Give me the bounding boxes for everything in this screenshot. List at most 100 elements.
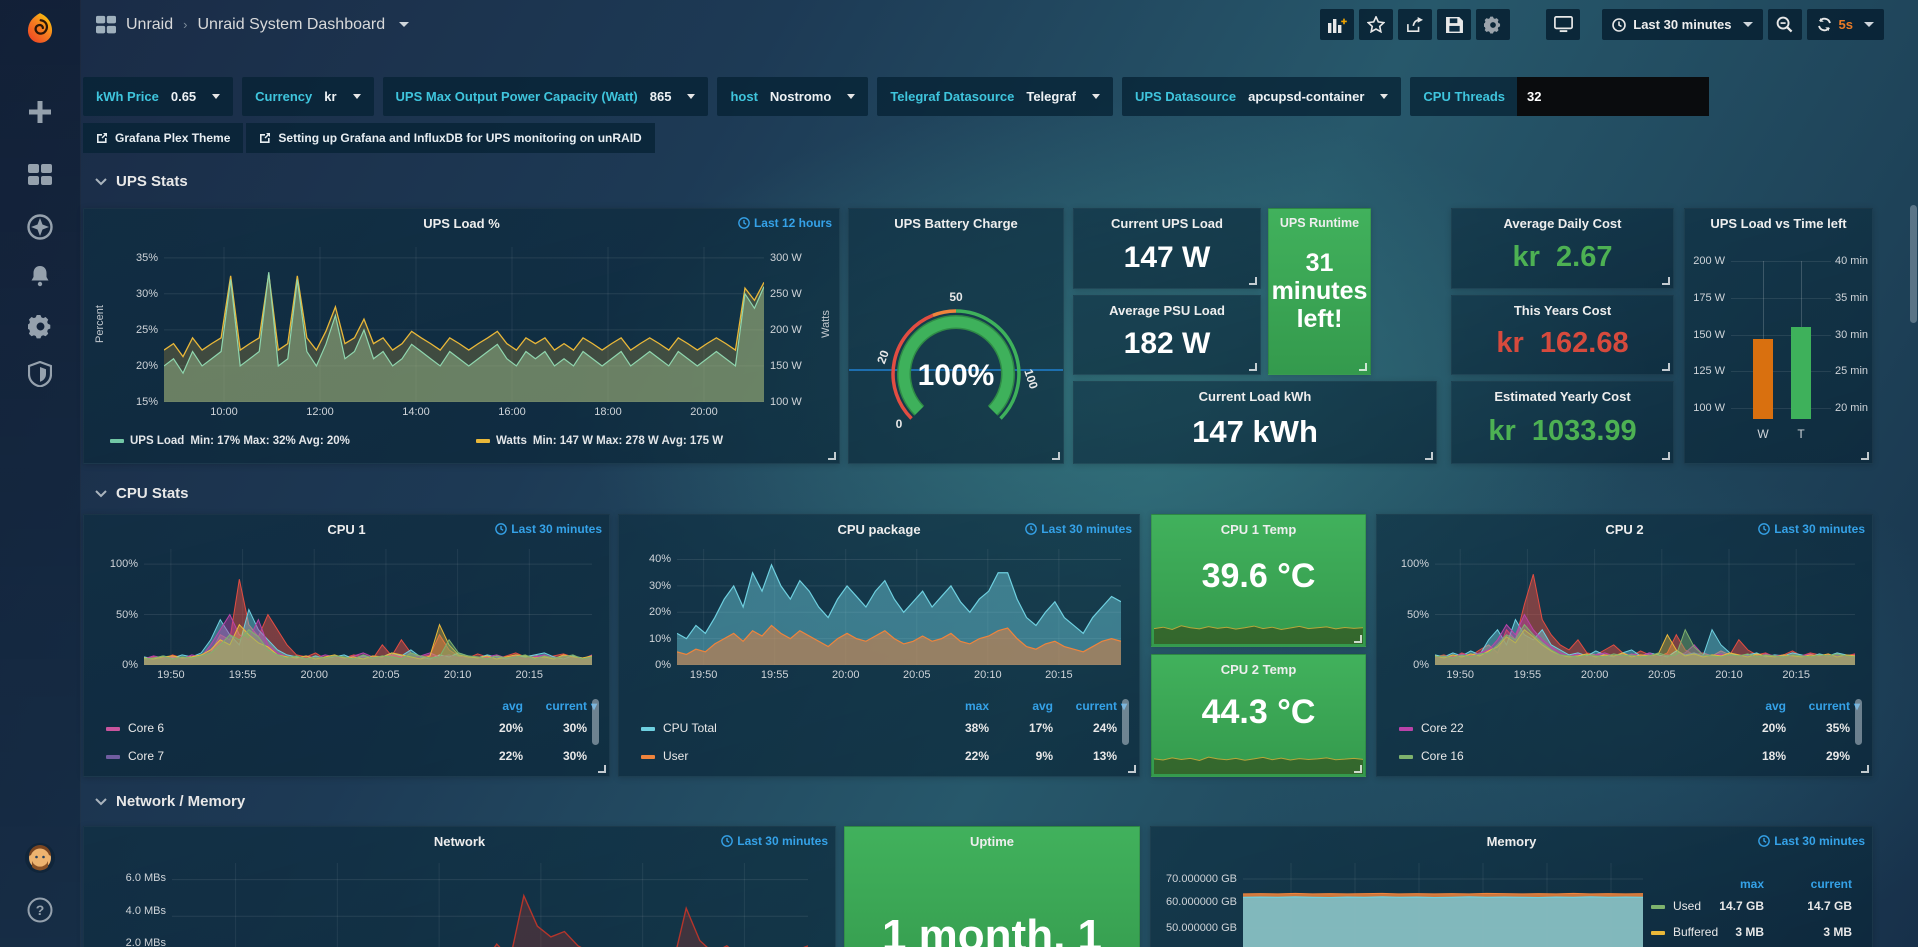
variable-telegraf-datasource[interactable]: Telegraf DatasourceTelegraf [877,77,1113,116]
panel-title[interactable]: UPS Load % [84,216,839,231]
panel-time-range[interactable]: Last 30 minutes [1758,522,1865,536]
x-tick-label: 19:50 [157,669,185,681]
variable-ups-max-output[interactable]: UPS Max Output Power Capacity (Watt)865 [383,77,709,116]
legend-scrollbar[interactable] [1855,699,1862,745]
panel-title[interactable]: Current UPS Load [1074,216,1260,231]
panel-time-range[interactable]: Last 30 minutes [495,522,602,536]
legend-series-name[interactable]: Watts [496,435,527,447]
legend-series-name[interactable]: User [663,749,688,763]
time-range-picker[interactable]: Last 30 minutes [1602,9,1762,40]
legend-series-name[interactable]: Core 16 [1421,749,1464,763]
section-ups-stats[interactable]: UPS Stats [95,173,188,190]
help-icon[interactable]: ? [0,890,80,930]
cpu-threads-input[interactable] [1517,77,1709,116]
ups-load-chart[interactable] [164,247,764,402]
legend-col-avg[interactable]: avg [1032,699,1053,713]
panel-time-range[interactable]: Last 30 minutes [721,834,828,848]
legend-col-current[interactable]: current [1076,699,1117,713]
legend-col-current[interactable]: current [1811,877,1852,891]
panel-title[interactable]: Average PSU Load [1074,303,1260,318]
y-left-tick-label: 200 W [1693,255,1725,267]
legend-series-name[interactable]: CPU Total [663,721,717,735]
panel-time-range[interactable]: Last 30 minutes [1758,834,1865,848]
breadcrumb-app[interactable]: Unraid [126,16,173,34]
grafana-logo-icon[interactable] [0,8,80,48]
alerting-bell-icon[interactable] [0,256,80,296]
panel-title[interactable]: UPS Load vs Time left [1685,216,1872,231]
legend-swatch [641,755,655,759]
clock-icon [1758,523,1770,535]
cpu2-chart[interactable] [1435,549,1855,665]
legend-series-name[interactable]: Buffered [1673,925,1718,939]
cpu-package-chart[interactable] [677,549,1121,665]
breadcrumb-dashboard-title[interactable]: Unraid System Dashboard [197,16,385,34]
legend-row-core7: Core 7 22%30% [84,749,609,767]
y-left-tick-label: 70.000000 GB [1166,873,1237,885]
dashboard-settings-gear-icon[interactable] [1476,9,1510,40]
panel-title[interactable]: This Years Cost [1452,303,1673,318]
configuration-gear-icon[interactable] [0,306,80,346]
panel-title[interactable]: CPU 2 Temp [1152,662,1365,677]
dashboard-grid-icon[interactable] [96,15,116,35]
legend-scrollbar[interactable] [592,699,599,745]
dashboard-caret-down-icon[interactable] [399,22,409,27]
link-ups-monitoring-guide[interactable]: Setting up Grafana and InfluxDB for UPS … [246,123,654,153]
page-scrollbar[interactable] [1910,205,1917,323]
variable-kwh-price[interactable]: kWh Price0.65 [83,77,233,116]
panel-title[interactable]: CPU 1 Temp [1152,522,1365,537]
add-panel-button[interactable] [1320,9,1354,40]
link-grafana-plex-theme[interactable]: Grafana Plex Theme [83,123,243,153]
share-button[interactable] [1398,9,1432,40]
legend-col-avg[interactable]: avg [1765,699,1786,713]
legend-col-current[interactable]: current [546,699,587,713]
section-cpu-stats[interactable]: CPU Stats [95,485,189,502]
zoom-out-button[interactable] [1768,9,1802,40]
legend-series-name[interactable]: UPS Load [130,435,184,447]
legend-scrollbar[interactable] [1122,699,1129,745]
memory-chart[interactable] [1243,863,1643,947]
legend-col-max[interactable]: max [965,699,989,713]
dashboards-icon[interactable] [0,155,80,195]
save-button[interactable] [1437,9,1471,40]
panel-title[interactable]: Estimated Yearly Cost [1452,389,1673,404]
legend-col-avg[interactable]: avg [502,699,523,713]
legend-series-name[interactable]: Core 22 [1421,721,1464,735]
panel-cpu-2-temp: CPU 2 Temp 44.3 °C [1151,654,1366,777]
legend-col-current[interactable]: current [1809,699,1850,713]
breadcrumb-separator-icon: › [183,17,187,32]
server-admin-shield-icon[interactable] [0,354,80,394]
panel-cpu-1-temp: CPU 1 Temp 39.6 °C [1151,514,1366,647]
panel-title[interactable]: Uptime [845,834,1139,849]
create-plus-icon[interactable] [0,92,80,132]
bar-W [1753,339,1773,419]
panel-time-range[interactable]: Last 30 minutes [1025,522,1132,536]
y-left-tick-label: 2.0 MBs [126,937,166,947]
cpu1-chart[interactable] [144,549,592,665]
section-network-memory[interactable]: Network / Memory [95,793,245,810]
network-chart[interactable] [172,863,808,947]
variable-ups-datasource[interactable]: UPS Datasourceapcupsd-container [1122,77,1401,116]
gridline [1731,408,1831,409]
star-button[interactable] [1359,9,1393,40]
variable-currency[interactable]: Currencykr [242,77,373,116]
bar-chart[interactable] [1731,261,1831,408]
panel-ups-load-vs-time-left: UPS Load vs Time left 200 W175 W150 W125… [1684,208,1873,464]
legend-col-max[interactable]: max [1740,877,1764,891]
clock-icon [721,835,733,847]
panel-title[interactable]: UPS Runtime [1269,216,1370,230]
legend-series-name[interactable]: Core 6 [128,721,164,735]
refresh-button[interactable]: 5s [1807,9,1884,40]
y-right-tick-label: 200 W [770,324,802,336]
cycle-view-monitor-icon[interactable] [1546,9,1580,40]
legend-series-name[interactable]: Used [1673,899,1701,913]
variable-host[interactable]: hostNostromo [717,77,868,116]
x-tick-label: 19:55 [229,669,257,681]
legend-series-stats: Min: 17% Max: 32% Avg: 20% [190,435,350,447]
panel-title[interactable]: Current Load kWh [1074,389,1436,404]
legend-series-name[interactable]: Core 7 [128,749,164,763]
panel-time-range[interactable]: Last 12 hours [738,216,832,230]
explore-compass-icon[interactable] [0,207,80,247]
panel-title[interactable]: Average Daily Cost [1452,216,1673,231]
chevron-down-icon [1092,94,1100,99]
user-avatar[interactable] [0,838,80,878]
